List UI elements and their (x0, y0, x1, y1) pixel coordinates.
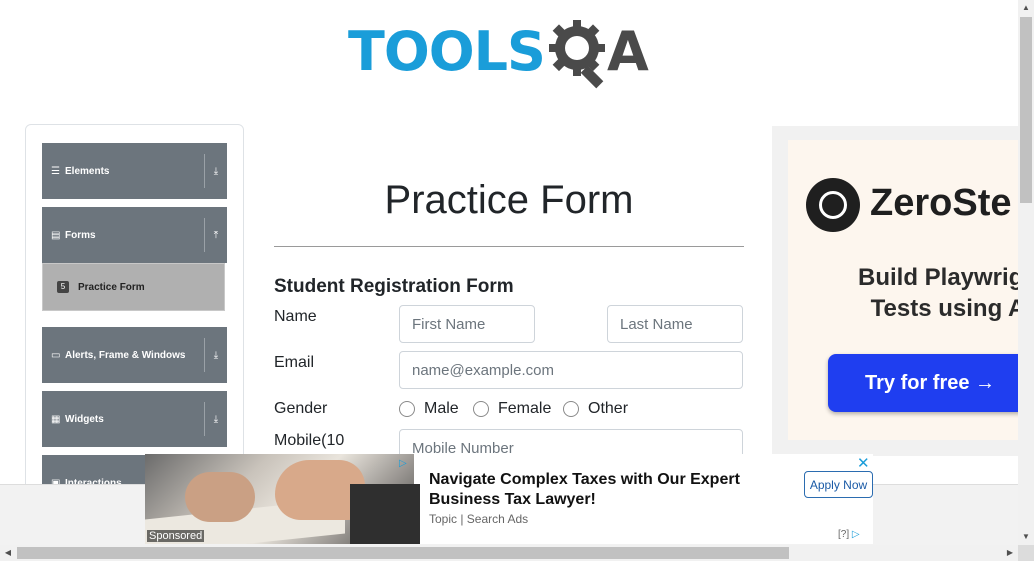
apply-now-button[interactable]: Apply Now (804, 471, 873, 498)
vertical-scroll-thumb[interactable] (1020, 17, 1032, 203)
bottom-advertisement[interactable]: Sponsored ▷ Navigate Complex Taxes with … (145, 454, 873, 544)
email-label: Email (274, 354, 315, 371)
radio-circle[interactable] (563, 401, 579, 417)
gender-radio-male[interactable]: Male (399, 400, 459, 418)
calculator-shape (350, 484, 420, 544)
scroll-right-icon[interactable]: ▶ (1002, 545, 1018, 561)
horizontal-scrollbar[interactable]: ◀ ▶ (0, 545, 1018, 561)
scroll-down-icon[interactable]: ▼ (1018, 529, 1034, 545)
gear-magnifier-icon (548, 20, 605, 89)
collapse-arrow-icon[interactable]: ⤒ (205, 230, 227, 241)
ad-info-icon[interactable]: [?] ▷ (838, 529, 860, 540)
radio-label: Male (424, 400, 459, 417)
gender-radio-other[interactable]: Other (563, 400, 628, 418)
ad-info-text: [?] (838, 529, 850, 540)
ad-headline[interactable]: Navigate Complex Taxes with Our Expert B… (429, 470, 759, 510)
gender-label: Gender (274, 400, 328, 417)
close-icon[interactable]: ✕ (857, 454, 870, 472)
sidebar-item-label: Practice Form (78, 281, 145, 293)
window-icon: ▭ (51, 349, 61, 361)
ad-card: ZeroSte Build Playwrigh Tests using A Tr… (788, 140, 1018, 440)
sidebar-group-label: Alerts, Frame & Windows (65, 349, 186, 361)
ad-tagline-line1: Build Playwrigh (857, 264, 1018, 291)
grid-icon: ▦ (51, 413, 61, 425)
radio-label: Other (588, 400, 629, 417)
sidebar-group-label: Elements (65, 165, 110, 177)
ad-source: Topic | Search Ads (429, 512, 529, 526)
zerostep-logo-icon (806, 178, 860, 232)
expand-arrow-icon[interactable]: ⤓ (205, 350, 227, 361)
page-viewport: TOOLS A ☰ Elements ⤓ ▤ Forms ⤒ 5 Practic… (0, 0, 1018, 545)
radio-label: Female (498, 400, 552, 417)
email-input[interactable]: name@example.com (399, 351, 743, 389)
ad-tagline: Build Playwrigh Tests using A (838, 262, 1018, 324)
expand-arrow-icon[interactable]: ⤓ (205, 166, 227, 177)
mobile-label: Mobile(10 (274, 432, 344, 450)
logo-suffix: A (606, 20, 649, 83)
sidebar-group-widgets[interactable]: ▦ Widgets ⤓ (42, 391, 227, 447)
horizontal-scroll-thumb[interactable] (17, 547, 789, 559)
html5-icon: 5 (57, 281, 69, 293)
sidebar-item-practice-form[interactable]: 5 Practice Form (42, 263, 225, 311)
ad-image[interactable]: Sponsored ▷ (145, 454, 420, 544)
scroll-left-icon[interactable]: ◀ (0, 545, 16, 561)
logo-text: TOOLS (348, 20, 546, 83)
right-advertisement[interactable]: ZeroSte Build Playwrigh Tests using A Tr… (772, 126, 1018, 456)
ad-tagline-line2: Tests using A (870, 295, 1018, 322)
name-label: Name (274, 308, 317, 325)
last-name-input[interactable]: Last Name (607, 305, 743, 343)
radio-circle[interactable] (473, 401, 489, 417)
scrollbar-corner (1018, 545, 1034, 561)
vertical-scrollbar[interactable]: ▲ ▼ (1018, 0, 1034, 545)
sidebar-group-elements[interactable]: ☰ Elements ⤓ (42, 143, 227, 199)
first-name-input[interactable]: First Name (399, 305, 535, 343)
radio-circle[interactable] (399, 401, 415, 417)
document-icon: ▤ (51, 229, 61, 241)
ad-brand: ZeroSte (870, 182, 1012, 224)
scroll-up-icon[interactable]: ▲ (1018, 0, 1034, 16)
adchoices-icon: ▷ (851, 529, 860, 540)
sidebar-group-forms[interactable]: ▤ Forms ⤒ (42, 207, 227, 263)
expand-arrow-icon[interactable]: ⤓ (205, 414, 227, 425)
try-for-free-button[interactable]: Try for free → (828, 354, 1018, 412)
toolsqa-logo[interactable]: TOOLS A (348, 14, 649, 90)
title-divider (274, 246, 744, 247)
sponsored-label: Sponsored (147, 530, 205, 542)
sidebar-group-alerts[interactable]: ▭ Alerts, Frame & Windows ⤓ (42, 327, 227, 383)
sidebar-group-label: Forms (65, 229, 96, 241)
gender-radio-female[interactable]: Female (473, 400, 551, 418)
hand-shape (185, 472, 255, 522)
adchoices-icon[interactable]: ▷ (399, 458, 407, 469)
page-title: Practice Form (384, 178, 634, 222)
hamburger-icon: ☰ (51, 165, 60, 177)
sidebar-group-label: Widgets (65, 413, 104, 425)
mobile-label-text: Mobile(10 (274, 432, 345, 449)
form-heading: Student Registration Form (274, 276, 514, 297)
